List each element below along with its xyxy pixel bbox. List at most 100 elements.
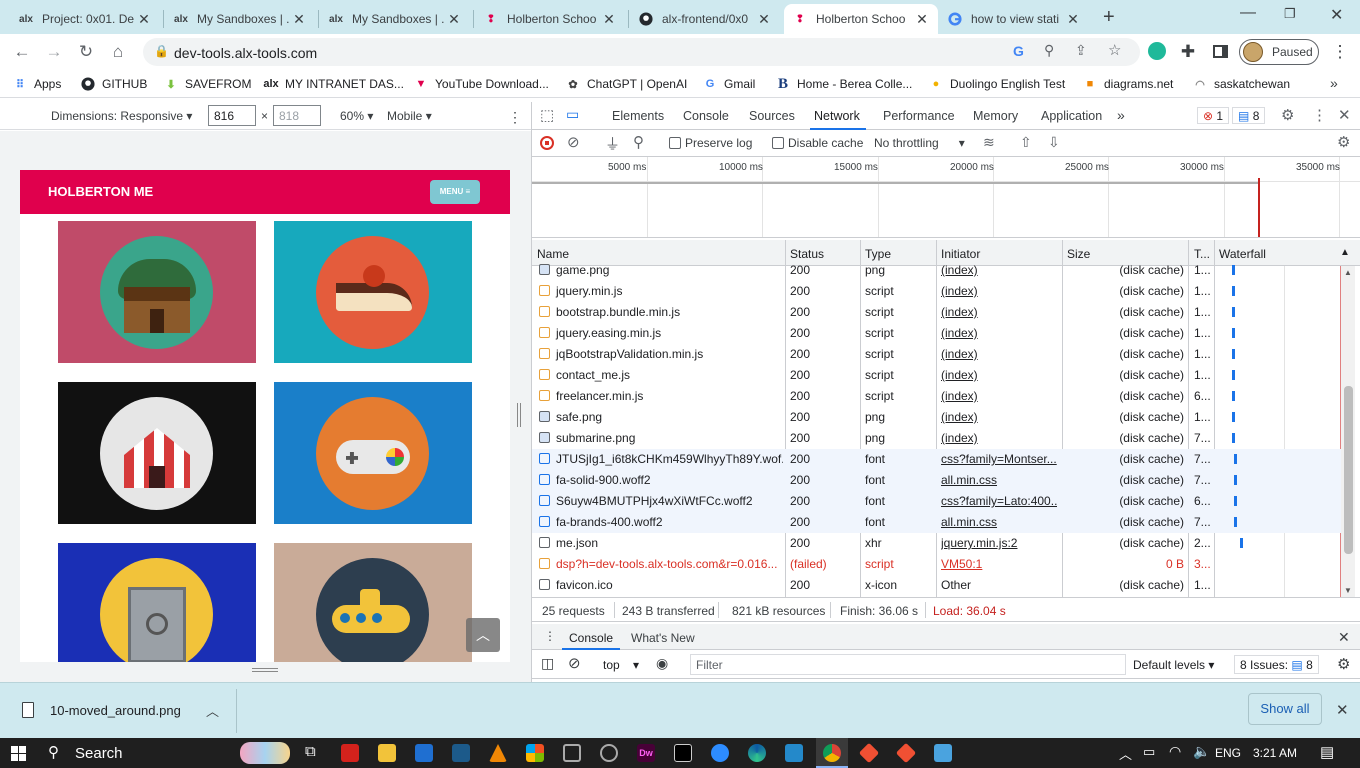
portfolio-card-submarine[interactable] (274, 543, 472, 662)
download-options-chevron-icon[interactable]: ︿ (206, 701, 219, 720)
tab-5-active[interactable]: ❢ Holberton Schoo ✕ (784, 4, 938, 34)
request-initiator[interactable]: (index) (941, 410, 1057, 424)
scrollbar-thumb[interactable] (1344, 386, 1353, 554)
remote-app-icon[interactable] (452, 744, 470, 762)
device-more-icon[interactable]: ⋮ (508, 109, 522, 126)
bookmark-berea[interactable]: B Home - Berea Colle... (775, 75, 912, 93)
back-icon[interactable]: ← (12, 42, 32, 62)
device-mode-select[interactable]: Mobile ▾ (387, 109, 432, 123)
network-conditions-icon[interactable]: ≋ (983, 134, 995, 151)
log-levels-select[interactable]: Default levels ▾ (1133, 658, 1214, 672)
bookmark-chatgpt[interactable]: ✿ ChatGPT | OpenAI (565, 75, 687, 93)
table-row[interactable]: jquery.easing.min.js 200 script (index) (dis… (532, 323, 1342, 344)
close-devtools-icon[interactable]: ✕ (1338, 106, 1351, 124)
column-type[interactable]: Type (865, 247, 891, 261)
throttling-select[interactable]: No throttling ▾ (874, 136, 965, 150)
bookmark-duolingo[interactable]: ● Duolingo English Test (928, 75, 1066, 93)
wifi-icon[interactable]: ◠ (1169, 743, 1181, 760)
column-status[interactable]: Status (790, 247, 824, 261)
resize-handle-bottom[interactable] (252, 668, 278, 672)
request-initiator[interactable]: (index) (941, 305, 1057, 319)
close-shelf-icon[interactable]: ✕ (1336, 701, 1349, 719)
close-window-icon[interactable]: ✕ (1330, 5, 1343, 25)
portfolio-card-cabin[interactable] (58, 221, 256, 363)
vscode-icon[interactable] (785, 744, 803, 762)
table-row[interactable]: fa-brands-400.woff2 200 font all.min.css (di… (532, 512, 1342, 533)
close-tab-icon[interactable]: ✕ (601, 11, 617, 28)
tab-performance[interactable]: Performance (883, 109, 955, 123)
table-row[interactable]: jquery.min.js 200 script (index) (disk cache… (532, 281, 1342, 302)
vlc-icon[interactable] (489, 744, 507, 762)
new-tab-icon[interactable]: + (1103, 6, 1115, 29)
bookmark-intranet[interactable]: alx MY INTRANET DAS... (263, 75, 404, 93)
request-initiator[interactable]: all.min.css (941, 515, 1057, 529)
weather-widget-icon[interactable] (240, 742, 290, 764)
console-filter-input[interactable]: Filter (690, 654, 1126, 675)
drawer-tab-whats-new[interactable]: What's New (631, 631, 695, 645)
zoom-icon[interactable]: ⚲ (1044, 42, 1054, 59)
close-tab-icon[interactable]: ✕ (756, 11, 772, 28)
profile-paused-button[interactable]: Paused (1239, 39, 1319, 65)
close-tab-icon[interactable]: ✕ (446, 11, 462, 28)
request-initiator[interactable]: (index) (941, 431, 1057, 445)
request-initiator[interactable]: (index) (941, 368, 1057, 382)
context-select[interactable]: top ▾ (603, 658, 639, 672)
clear-console-icon[interactable]: ⊘ (568, 654, 581, 672)
settings-app-icon[interactable] (600, 744, 618, 762)
height-input[interactable]: 818 (273, 105, 321, 126)
git-icon[interactable] (858, 742, 880, 764)
column-waterfall[interactable]: Waterfall (1219, 247, 1266, 261)
portfolio-card-circus[interactable] (58, 382, 256, 524)
table-row[interactable]: submarine.png 200 png (index) (disk cache) 7.… (532, 428, 1342, 449)
table-row[interactable]: JTUSjIg1_i6t8kCHKm459WlhyyTh89Y.wof... 20… (532, 449, 1342, 470)
close-tab-icon[interactable]: ✕ (136, 11, 152, 28)
bookmark-github[interactable]: GITHUB (80, 75, 147, 93)
minimize-icon[interactable]: — (1240, 4, 1256, 22)
taskbar-search[interactable]: Search (75, 745, 123, 762)
resize-handle-right[interactable] (517, 403, 521, 427)
reload-icon[interactable]: ↻ (76, 42, 96, 62)
tab-elements[interactable]: Elements (612, 109, 664, 123)
network-settings-icon[interactable]: ⚙ (1337, 133, 1350, 151)
column-initiator[interactable]: Initiator (941, 247, 980, 261)
tab-console[interactable]: Console (683, 109, 729, 123)
task-view-icon[interactable]: ⧉ (305, 743, 316, 760)
scroll-to-top-button[interactable]: ︿ (466, 618, 500, 652)
table-row[interactable]: freelancer.min.js 200 script (index) (disk c… (532, 386, 1342, 407)
console-settings-icon[interactable]: ⚙ (1337, 655, 1350, 673)
tab-1[interactable]: alx My Sandboxes | . ✕ (165, 4, 315, 34)
photos-icon[interactable] (934, 744, 952, 762)
request-initiator[interactable]: jquery.min.js:2 (941, 536, 1057, 550)
tab-0[interactable]: alx Project: 0x01. De ✕ (10, 4, 160, 34)
bookmark-star-icon[interactable]: ☆ (1108, 41, 1121, 59)
show-all-button[interactable]: Show all (1248, 693, 1322, 725)
side-panel-icon[interactable] (1213, 45, 1228, 58)
table-row[interactable]: contact_me.js 200 script (index) (disk cache… (532, 365, 1342, 386)
request-initiator[interactable]: (index) (941, 347, 1057, 361)
bookmark-apps[interactable]: ⠿ Apps (12, 75, 61, 93)
drawer-menu-icon[interactable]: ⋮ (544, 629, 556, 643)
notifications-icon[interactable]: ▤ (1320, 743, 1334, 761)
table-row[interactable]: jqBootstrapValidation.min.js 200 script (in… (532, 344, 1342, 365)
zoom-app-icon[interactable] (711, 744, 729, 762)
request-initiator[interactable]: (index) (941, 389, 1057, 403)
office-icon[interactable] (526, 744, 544, 762)
request-initiator[interactable]: Other (941, 578, 1057, 592)
table-row[interactable]: dsp?h=dev-tools.alx-tools.com&r=0.016...… (532, 554, 1342, 575)
tab-2[interactable]: alx My Sandboxes | . ✕ (320, 4, 470, 34)
tab-6[interactable]: how to view stati ✕ (939, 4, 1089, 34)
edge-icon[interactable] (748, 744, 766, 762)
download-filename[interactable]: 10-moved_around.png (50, 703, 181, 718)
chrome-menu-icon[interactable]: ⋮ (1330, 42, 1350, 62)
issues-button[interactable]: 8 Issues: ▤ 8 (1234, 655, 1319, 674)
width-input[interactable]: 816 (208, 105, 256, 126)
windows-start-icon[interactable] (11, 746, 26, 761)
address-bar[interactable]: 🔒 dev-tools.alx-tools.com G ⚲ ⇪ ☆ (143, 38, 1140, 66)
table-row[interactable]: favicon.ico 200 x-icon Other (disk cache) 1..… (532, 575, 1342, 596)
bookmark-gmail[interactable]: G Gmail (702, 75, 756, 93)
portfolio-card-game[interactable] (274, 382, 472, 524)
tray-chevron-icon[interactable]: ︿ (1119, 744, 1132, 763)
table-row[interactable]: fa-solid-900.woff2 200 font all.min.css (dis… (532, 470, 1342, 491)
devtools-menu-icon[interactable]: ⋮ (1312, 106, 1327, 124)
settings-gear-icon[interactable]: ⚙ (1281, 106, 1294, 124)
